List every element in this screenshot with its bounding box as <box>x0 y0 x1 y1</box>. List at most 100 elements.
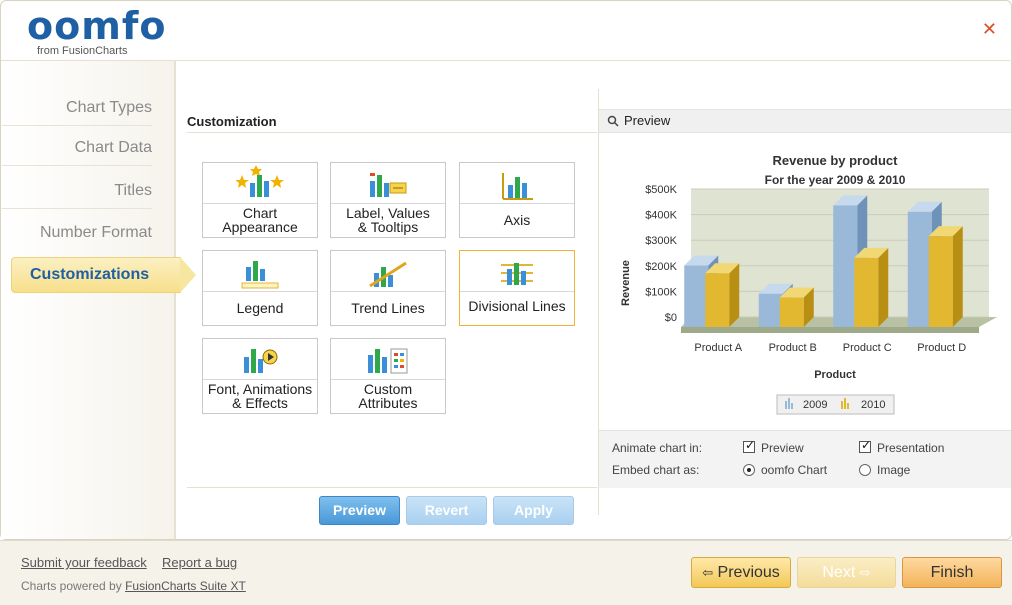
tile-label-line: & Effects <box>232 395 288 411</box>
tile-label-line: Chart <box>242 205 278 221</box>
bar <box>758 293 783 327</box>
legend-item-2010: 2010 <box>861 399 885 411</box>
tile-legend[interactable]: Legend <box>202 250 318 326</box>
legend-item-2009: 2009 <box>803 399 827 411</box>
fusioncharts-link[interactable]: FusionCharts Suite XT <box>125 579 246 593</box>
logo-letter: o <box>54 4 80 48</box>
report-bug-link[interactable]: Report a bug <box>162 555 237 570</box>
sidebar-item-customizations[interactable]: Customizations <box>11 257 196 293</box>
tile-axis[interactable]: Axis <box>459 162 575 238</box>
finish-button[interactable]: Finish <box>902 557 1002 588</box>
chart-xlabel: Product <box>814 369 856 381</box>
feedback-link[interactable]: Submit your feedback <box>21 555 147 570</box>
tile-label: Legend <box>203 291 317 315</box>
tile-chart-appearance[interactable]: Chart Appearance <box>202 162 318 238</box>
section-title: Customization <box>187 114 277 129</box>
revert-button[interactable]: Revert <box>406 496 487 525</box>
next-button[interactable]: Next ⇨ <box>797 557 896 588</box>
x-tick-label: Product B <box>769 342 817 354</box>
animate-presentation-label: Presentation <box>877 441 945 455</box>
x-tick-label: Product A <box>694 342 742 354</box>
plot-floor-edge <box>681 327 979 333</box>
tile-label-line: Appearance <box>222 219 298 235</box>
divisional-lines-icon <box>501 263 533 285</box>
chart-appearance-icon <box>236 165 284 197</box>
divider <box>187 132 597 133</box>
label-values-icon <box>370 173 407 197</box>
font-animations-icon <box>244 349 278 373</box>
embed-image-label: Image <box>877 463 911 477</box>
sidebar-item-chart-types[interactable]: Chart Types <box>2 99 152 126</box>
tile-label-line: Custom <box>363 381 413 397</box>
logo-letter: m <box>81 4 121 48</box>
preview-options: Animate chart in: Preview Presentation E… <box>599 430 1011 488</box>
y-tick-label: $500K <box>645 184 677 196</box>
tile-divisional-lines[interactable]: Divisional Lines <box>459 250 575 326</box>
bar-side <box>952 226 963 327</box>
logo-letter: f <box>121 4 139 48</box>
chart-title: Revenue by product <box>773 153 899 168</box>
y-tick-label: $100K <box>645 286 677 298</box>
tile-label-values-tooltips[interactable]: Label, Values & Tooltips <box>330 162 446 238</box>
preview-button[interactable]: Preview <box>319 496 400 525</box>
tile-custom-attributes[interactable]: Custom Attributes <box>330 338 446 414</box>
custom-attributes-icon <box>368 348 408 374</box>
preview-header: Preview <box>599 109 1011 133</box>
y-tick-label: $400K <box>645 210 677 222</box>
embed-label: Embed chart as: <box>612 463 700 477</box>
tile-label-line: & Tooltips <box>357 219 419 235</box>
apply-button[interactable]: Apply <box>493 496 574 525</box>
axis-icon <box>502 173 533 200</box>
animate-presentation-checkbox[interactable] <box>859 438 871 453</box>
animate-preview-label: Preview <box>761 441 804 455</box>
tile-font-animations-effects[interactable]: Font, Animations & Effects <box>202 338 318 414</box>
x-tick-label: Product D <box>917 342 966 354</box>
legend-icon <box>241 261 279 289</box>
chart-subtitle: For the year 2009 & 2010 <box>765 173 906 187</box>
tile-label: Axis <box>460 203 574 227</box>
bar <box>705 273 730 327</box>
embed-image-radio[interactable] <box>859 464 871 476</box>
bar <box>684 265 709 327</box>
oomfo-logo: o o m f o from FusionCharts <box>27 4 165 57</box>
animate-preview-checkbox[interactable] <box>743 438 755 453</box>
logo-letter: o <box>139 4 165 48</box>
header: o o m f o from FusionCharts ✕ <box>1 1 1012 61</box>
magnifier-icon <box>607 115 619 127</box>
logo-letter: o <box>27 4 53 48</box>
footer: Submit your feedback Report a bug Charts… <box>0 540 1012 605</box>
tile-label: Custom Attributes <box>331 379 445 410</box>
powered-by-text: Charts powered by FusionCharts Suite XT <box>21 579 246 593</box>
plot-area: $0 $100K $200K $300K $400K $500K Product A Prod… <box>645 184 997 354</box>
arrow-left-icon: ⇦ <box>702 565 714 580</box>
logo-wordmark: o o m f o <box>27 4 165 48</box>
sidebar: Chart Types Chart Data Titles Number For… <box>1 61 196 539</box>
trend-lines-icon <box>369 261 407 288</box>
next-label: Next <box>822 564 856 581</box>
tile-trend-lines[interactable]: Trend Lines <box>330 250 446 326</box>
chart-legend: 2009 2010 <box>776 394 895 415</box>
sidebar-item-chart-data[interactable]: Chart Data <box>2 139 152 166</box>
previous-button[interactable]: ⇦ Previous <box>691 557 791 588</box>
powered-by-prefix: Charts powered by <box>21 579 126 593</box>
close-icon[interactable]: ✕ <box>982 21 997 39</box>
arrow-right-icon: ⇨ <box>859 565 871 580</box>
sidebar-item-number-format[interactable]: Number Format <box>2 224 152 250</box>
revenue-chart: Revenue by product For the year 2009 & 2… <box>620 153 997 415</box>
tile-label: Divisional Lines <box>460 291 574 313</box>
bar <box>928 236 953 327</box>
previous-label: Previous <box>717 564 780 581</box>
x-tick-label: Product C <box>843 342 892 354</box>
divider <box>187 487 597 488</box>
sidebar-item-titles[interactable]: Titles <box>2 182 152 209</box>
bar-side <box>729 263 740 327</box>
tile-label-line: Label, Values <box>346 205 430 221</box>
sidebar-item-label: Customizations <box>30 266 150 283</box>
y-tick-label: $200K <box>645 261 677 273</box>
y-tick-label: $300K <box>645 235 677 247</box>
y-tick-label: $0 <box>665 312 677 324</box>
bar <box>907 211 932 327</box>
bar <box>833 205 858 327</box>
embed-oomfo-radio[interactable] <box>743 464 755 476</box>
tile-label: Label, Values & Tooltips <box>331 203 445 234</box>
